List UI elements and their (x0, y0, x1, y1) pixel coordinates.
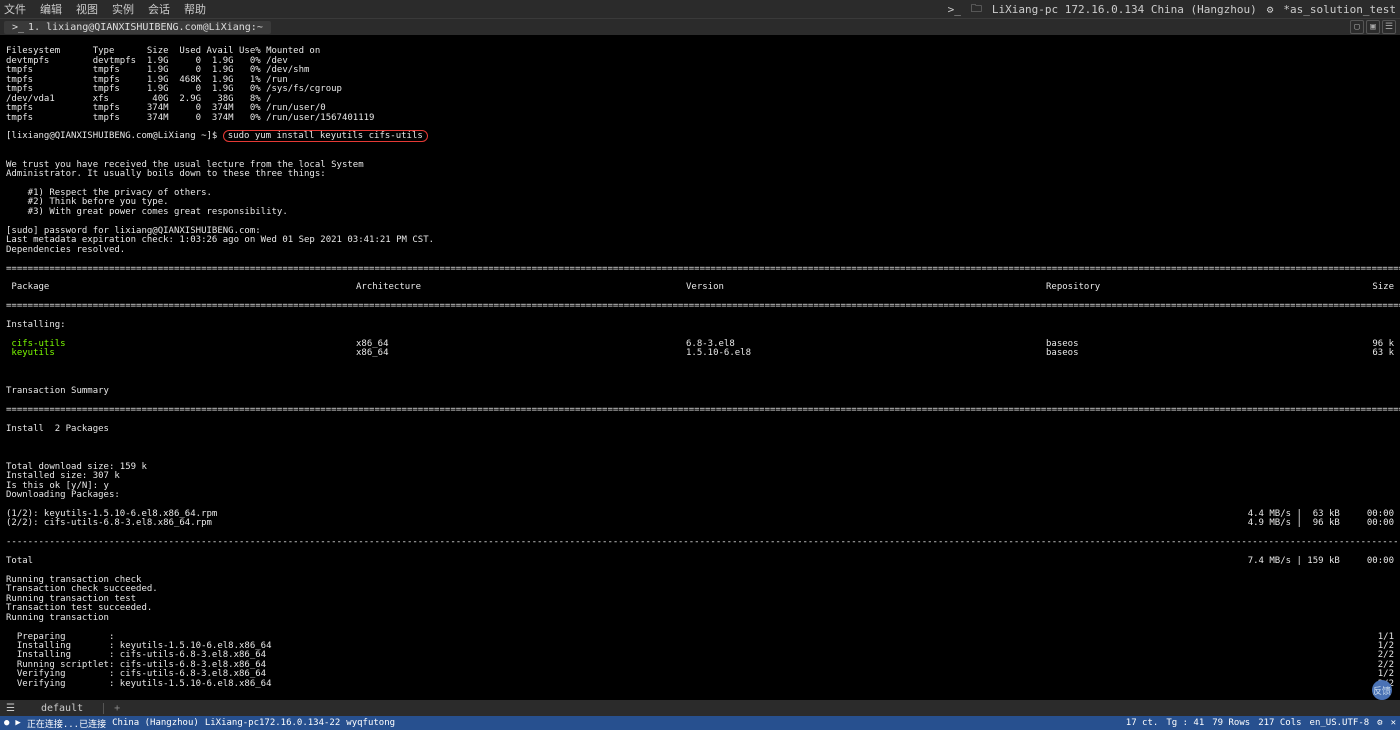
tg-label: Tg : 41 (1166, 718, 1204, 728)
terminal-icon: >_ (12, 22, 24, 33)
transaction-lines: Running transaction checkTransaction che… (6, 576, 1394, 623)
text-line: Downloading Packages: (6, 491, 1394, 500)
text-line: #1) Respect the privacy of others. (6, 189, 1394, 198)
session-tab[interactable]: >_ 1. lixiang@QIANXISHUIBENG.com@LiXiang… (4, 21, 271, 34)
tab-bar: >_ 1. lixiang@QIANXISHUIBENG.com@LiXiang… (0, 18, 1400, 36)
menu-session[interactable]: 会话 (148, 1, 170, 17)
menu-view[interactable]: 视图 (76, 1, 98, 17)
status-bar: ☰ default + (0, 700, 1400, 716)
text-line: Administrator. It usually boils down to … (6, 170, 1394, 179)
project-label: *as_solution_test (1283, 3, 1396, 16)
feedback-button[interactable]: 反馈 (1372, 680, 1392, 700)
status-dot-icon: ● (4, 718, 9, 728)
text-line: Total download size: 159 k (6, 463, 1394, 472)
pkg-rows: cifs-utilsx86_646.8-3.el8baseos96 k keyu… (6, 340, 1394, 359)
pkg-header: PackageArchitectureVersionRepositorySize (6, 283, 1394, 292)
app-menubar: 文件 编辑 视图 实例 会话 帮助 >_ 🗀 LiXiang-pc 172.16… (0, 0, 1400, 18)
cmd-highlight-yum: sudo yum install keyutils cifs-utils (223, 130, 428, 142)
separator-line: ========================================… (6, 406, 1394, 415)
window-controls: ▢ ▣ ☰ (1350, 20, 1396, 34)
table-row: tmpfs tmpfs 374M 0 374M 0% /run/user/156… (6, 114, 1394, 123)
table-row: (1/2): keyutils-1.5.10-6.el8.x86_64.rpm4… (6, 510, 1394, 519)
split-horizontal-icon[interactable]: ▢ (1350, 20, 1364, 34)
text-line: Installed size: 307 k (6, 472, 1394, 481)
add-tab-button[interactable]: + (104, 703, 130, 714)
layout-icon[interactable]: ☰ (1382, 20, 1396, 34)
rows-label: 79 Rows (1212, 718, 1250, 728)
table-row: keyutilsx86_641.5.10-6.el8baseos63 k (6, 349, 1394, 358)
transaction-steps: Preparing :1/1 Installing : keyutils-1.5… (6, 633, 1394, 690)
text-line: Transaction test succeeded. (6, 604, 1394, 613)
tx-summary-label: Transaction Summary (6, 387, 1394, 396)
play-icon[interactable]: ▶ (15, 718, 20, 728)
settings-icon[interactable]: ⚙ (1377, 718, 1382, 728)
shell-prompt: [lixiang@QIANXISHUIBENG.com@LiXiang ~]$ (6, 131, 223, 141)
menu-help[interactable]: 帮助 (184, 1, 206, 17)
installing-label: Installing: (6, 321, 1394, 330)
connection-status: 正在连接...已连接 (27, 717, 106, 730)
menu-file[interactable]: 文件 (4, 1, 26, 17)
host-port-label: LiXiang-pc172.16.0.134-22 (205, 718, 340, 728)
text-line (6, 180, 1394, 189)
text-line: #3) With great power comes great respons… (6, 208, 1394, 217)
menu-icon[interactable]: ☰ (0, 703, 21, 714)
folder-icon: 🗀 (971, 0, 982, 19)
split-vertical-icon[interactable]: ▣ (1366, 20, 1380, 34)
table-row: (2/2): cifs-utils-6.8-3.el8.x86_64.rpm4.… (6, 519, 1394, 528)
gear-icon[interactable]: ⚙ (1267, 3, 1274, 16)
download-progress: (1/2): keyutils-1.5.10-6.el8.x86_64.rpm4… (6, 510, 1394, 529)
download-total: Total7.4 MB/s | 159 kB 00:00 (6, 557, 1394, 566)
table-row: Verifying : keyutils-1.5.10-6.el8.x86_64… (6, 680, 1394, 689)
text-line: Dependencies resolved. (6, 246, 1394, 255)
text-line: Running transaction test (6, 595, 1394, 604)
text-line: Is this ok [y/N]: y (6, 482, 1394, 491)
text-line (6, 368, 1394, 377)
menu-edit[interactable]: 编辑 (40, 1, 62, 17)
separator-line: ========================================… (6, 265, 1394, 274)
text-line (6, 444, 1394, 453)
encoding-label: en_US.UTF-8 (1310, 718, 1370, 728)
terminal-icon[interactable]: >_ (948, 3, 961, 16)
download-info: Total download size: 159 kInstalled size… (6, 463, 1394, 501)
user-label: wyqfutong (346, 718, 395, 728)
df-header: Filesystem Type Size Used Avail Use% Mou… (6, 46, 320, 56)
menu-instance[interactable]: 实例 (112, 1, 134, 17)
close-icon[interactable]: ✕ (1391, 718, 1396, 728)
text-line: Running transaction check (6, 576, 1394, 585)
separator-line: ========================================… (6, 302, 1394, 311)
text-line: Running transaction (6, 614, 1394, 623)
cols-label: 217 Cols (1258, 718, 1301, 728)
session-tab-label: 1. lixiang@QIANXISHUIBENG.com@LiXiang:~ (28, 22, 263, 33)
status-tab-default[interactable]: default (21, 703, 104, 714)
region-label: China (Hangzhou) (112, 718, 199, 728)
footer-bar: ● ▶ 正在连接...已连接 China (Hangzhou) LiXiang-… (0, 716, 1400, 730)
sudo-lecture: We trust you have received the usual lec… (6, 161, 1394, 255)
separator-line: ----------------------------------------… (6, 538, 1394, 547)
host-label: LiXiang-pc 172.16.0.134 China (Hangzhou) (992, 3, 1257, 16)
terminal-output[interactable]: Filesystem Type Size Used Avail Use% Mou… (0, 36, 1400, 712)
install-count: Install 2 Packages (6, 425, 1394, 434)
df-table: devtmpfs devtmpfs 1.9G 0 1.9G 0% /devtmp… (6, 57, 1394, 123)
text-line: Transaction check succeeded. (6, 585, 1394, 594)
text-line (6, 142, 1394, 151)
text-line: Last metadata expiration check: 1:03:26 … (6, 236, 1394, 245)
ct-label: 17 ct. (1126, 718, 1159, 728)
